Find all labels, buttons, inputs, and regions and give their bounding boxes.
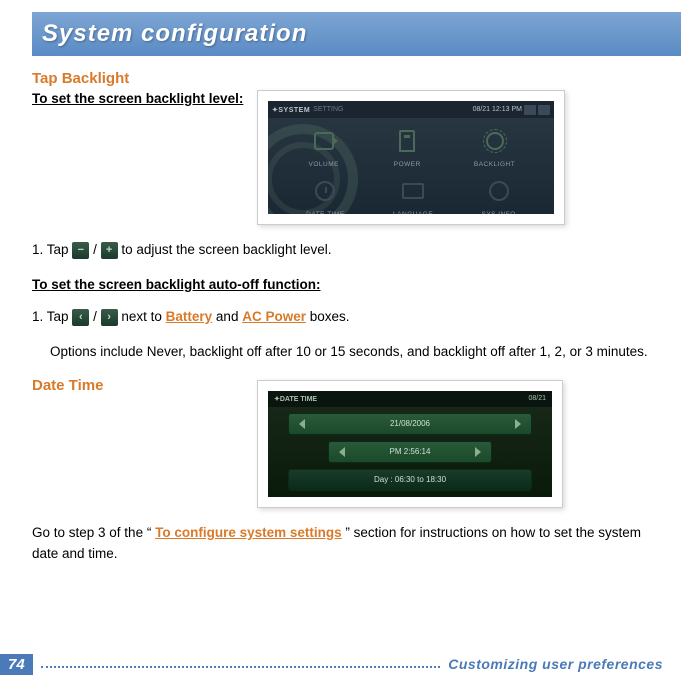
volume-icon	[314, 132, 334, 150]
footer-dots	[41, 666, 441, 668]
step-adjust-backlight: 1. Tap − / + to adjust the screen backli…	[32, 239, 649, 261]
screenshot-date-time: ✦DATE TIME 08/21 21/08/2006 PM 2:56:14 D…	[257, 380, 563, 508]
tile-language: LANGUAGE	[393, 174, 433, 214]
panel-topbar-system: ✦SYSTEM	[272, 106, 310, 114]
page-number: 74	[0, 654, 33, 675]
tile-sysinfo: SYS INFO	[481, 174, 515, 214]
sysinfo-icon	[489, 181, 509, 201]
close-icon	[538, 105, 550, 115]
right-arrow-button-icon: ›	[101, 309, 118, 326]
page-title: System configuration	[42, 20, 307, 48]
link-configure-system-settings[interactable]: To configure system settings	[155, 525, 342, 540]
chevron-right-icon	[475, 447, 481, 457]
battery-icon	[399, 130, 415, 152]
panel-topbar-time: 08/21 12:13 PM	[473, 106, 522, 113]
link-battery[interactable]: Battery	[166, 309, 213, 324]
chevron-left-icon	[299, 419, 305, 429]
field-time: PM 2:56:14	[328, 441, 492, 463]
page-footer: 74 Customizing user preferences	[0, 653, 681, 675]
step-auto-off: 1. Tap ‹ / › next to Battery and AC Powe…	[32, 306, 649, 328]
clock-icon	[315, 181, 335, 201]
tile-datetime: DATE TIME	[306, 174, 345, 214]
tile-backlight: BACKLIGHT	[474, 124, 515, 168]
lightbulb-icon	[486, 132, 504, 150]
subhead-auto-off: To set the screen backlight auto-off fun…	[32, 277, 649, 292]
page-header: System configuration	[32, 12, 681, 56]
field-day-range: Day : 06:30 to 18:30	[288, 469, 532, 491]
datetime-instruction: Go to step 3 of the “ To configure syste…	[32, 522, 649, 565]
minus-button-icon: −	[72, 242, 89, 259]
tile-power: POWER	[390, 124, 424, 168]
footer-label: Customizing user preferences	[448, 656, 681, 672]
language-icon	[402, 183, 424, 199]
field-date: 21/08/2006	[288, 413, 532, 435]
chevron-right-icon	[515, 419, 521, 429]
tile-volume: VOLUME	[307, 124, 341, 168]
link-ac-power[interactable]: AC Power	[242, 309, 306, 324]
panel-topbar-sub: SETTING	[313, 106, 343, 113]
plus-button-icon: +	[101, 242, 118, 259]
content-area: Tap Backlight To set the screen backligh…	[0, 56, 681, 565]
section-title-backlight: Tap Backlight	[32, 70, 649, 87]
options-text: Options include Never, backlight off aft…	[32, 341, 649, 363]
panel2-time: 08/21	[528, 395, 546, 402]
screenshot-system-settings: ✦SYSTEM SETTING 08/21 12:13 PM VOLUME PO…	[257, 90, 565, 225]
chevron-left-icon	[339, 447, 345, 457]
panel2-title: ✦DATE TIME	[274, 395, 317, 403]
left-arrow-button-icon: ‹	[72, 309, 89, 326]
speaker-icon	[524, 105, 536, 115]
